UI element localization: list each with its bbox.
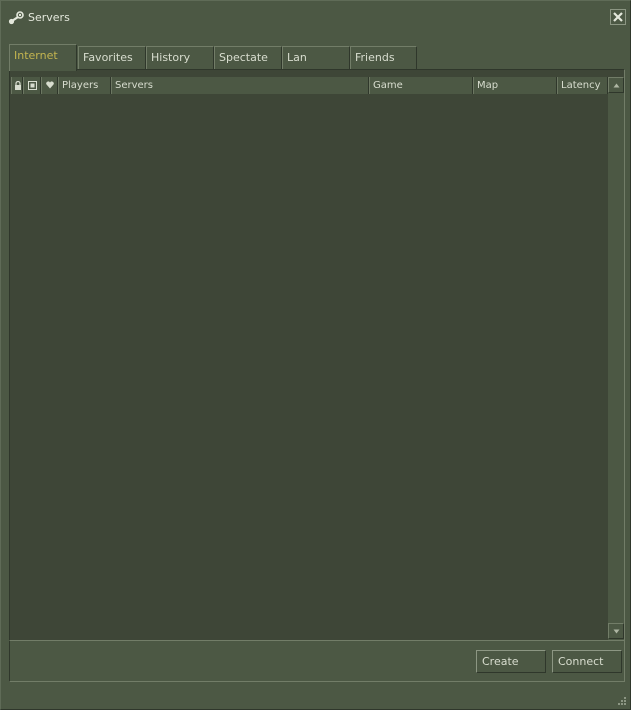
tab-history[interactable]: History	[146, 46, 214, 69]
close-button[interactable]	[610, 9, 626, 25]
column-bots[interactable]	[41, 77, 58, 94]
arrow-up-icon	[613, 83, 620, 88]
scroll-up-button[interactable]	[608, 77, 624, 93]
heart-icon	[46, 81, 54, 89]
server-list-header: Players Servers Game Map Latency	[11, 77, 608, 94]
column-password[interactable]	[11, 77, 23, 94]
tab-internet[interactable]: Internet	[9, 44, 77, 71]
steam-icon	[8, 10, 24, 26]
arrow-down-icon	[613, 629, 620, 634]
create-button[interactable]: Create	[476, 650, 546, 673]
column-game[interactable]: Game	[369, 77, 473, 94]
vac-shield-icon	[28, 81, 37, 90]
column-secure[interactable]	[23, 77, 41, 94]
vertical-scrollbar[interactable]	[608, 77, 624, 640]
action-bar: Create Connect	[9, 641, 625, 682]
connect-button[interactable]: Connect	[552, 650, 622, 673]
tab-friends[interactable]: Friends	[350, 46, 417, 69]
window-title: Servers	[28, 11, 70, 24]
server-list[interactable]: Players Servers Game Map Latency	[9, 69, 625, 641]
resize-grip-icon[interactable]	[617, 696, 627, 706]
tab-favorites[interactable]: Favorites	[78, 46, 146, 69]
tab-lan[interactable]: Lan	[282, 46, 350, 69]
column-players[interactable]: Players	[58, 77, 111, 94]
column-map[interactable]: Map	[473, 77, 557, 94]
column-latency[interactable]: Latency	[557, 77, 608, 94]
servers-window: Servers Internet Favorites History Spect…	[0, 0, 631, 710]
scroll-down-button[interactable]	[608, 623, 624, 639]
column-servers[interactable]: Servers	[111, 77, 369, 94]
lock-icon	[15, 81, 21, 90]
tab-spectate[interactable]: Spectate	[214, 46, 282, 69]
close-icon	[613, 12, 623, 22]
